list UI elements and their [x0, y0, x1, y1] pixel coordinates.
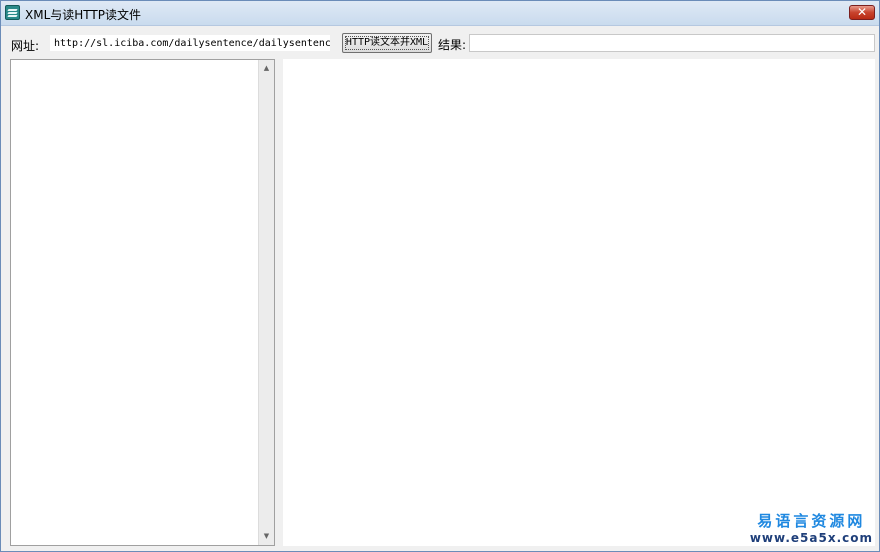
close-icon: ✕	[856, 5, 868, 19]
scroll-down-arrow-icon[interactable]: ▼	[259, 532, 274, 540]
app-logo-icon	[5, 5, 20, 20]
result-label: 结果:	[438, 38, 467, 52]
url-label: 网址:	[11, 39, 40, 53]
close-button[interactable]: ✕	[849, 5, 875, 20]
title-bar[interactable]: XML与读HTTP读文件 ✕	[1, 1, 879, 26]
result-input[interactable]	[469, 34, 875, 52]
main-window: XML与读HTTP读文件 ✕ 网址: http://sl.iciba.com/d…	[0, 0, 880, 552]
url-input[interactable]: http://sl.iciba.com/dailysentence/dailys…	[49, 34, 331, 52]
watermark: 易语言资源网 www.e5a5x.com	[750, 510, 873, 545]
node-list-box[interactable]: ▲ ▼	[10, 59, 275, 546]
watermark-url: www.e5a5x.com	[749, 531, 873, 545]
window-title: XML与读HTTP读文件	[25, 8, 141, 22]
watermark-title: 易语言资源网	[757, 512, 866, 530]
list-scrollbar[interactable]: ▲ ▼	[258, 60, 274, 545]
scroll-up-arrow-icon[interactable]: ▲	[259, 64, 274, 72]
http-read-xml-button[interactable]: HTTP读文本并XML	[342, 33, 432, 53]
content-text-area[interactable]	[283, 59, 875, 546]
